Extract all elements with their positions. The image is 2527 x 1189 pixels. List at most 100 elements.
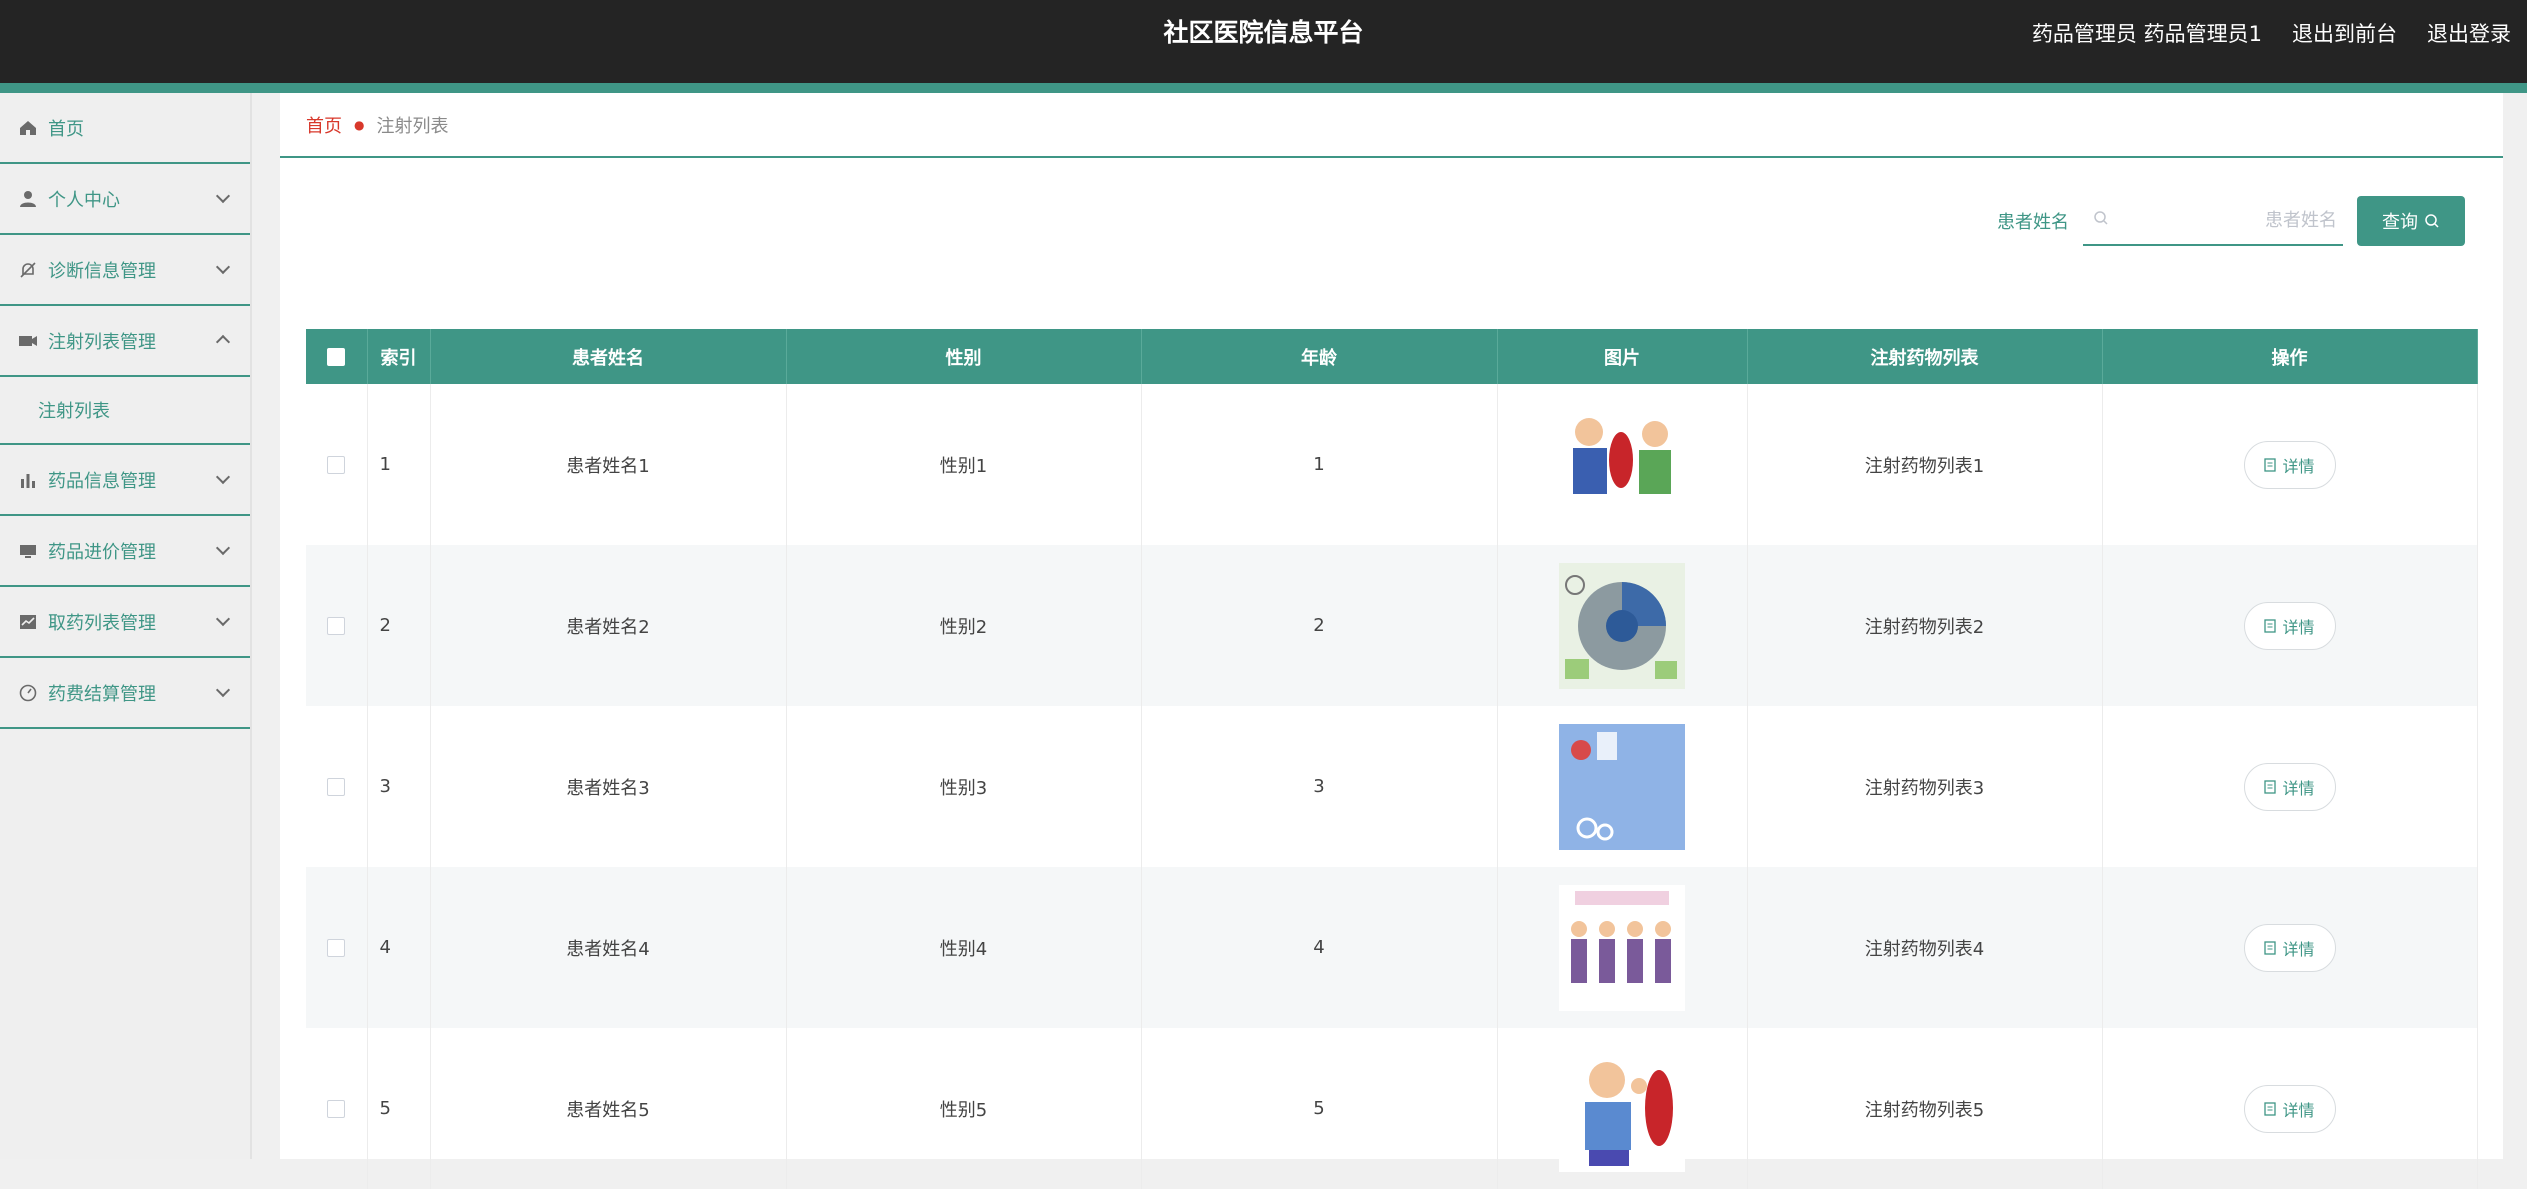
- select-all-checkbox[interactable]: [327, 348, 346, 366]
- document-icon: [2264, 618, 2277, 633]
- patient-image: [1559, 884, 1685, 1011]
- row-index: 4: [367, 867, 431, 1028]
- breadcrumb: 首页 ● 注射列表: [280, 93, 2503, 158]
- breadcrumb-home[interactable]: 首页: [306, 112, 342, 138]
- sidebar-item-drug-info[interactable]: 药品信息管理: [0, 445, 250, 516]
- query-button[interactable]: 查询: [2357, 196, 2465, 246]
- row-index: 1: [367, 384, 431, 545]
- detail-button[interactable]: 详情: [2243, 762, 2336, 811]
- document-icon: [2264, 940, 2277, 955]
- sidebar-item-injection[interactable]: 注射列表管理: [0, 306, 250, 377]
- row-select-cell: [306, 545, 368, 706]
- sidebar-item-label: 诊断信息管理: [48, 260, 156, 282]
- detail-button[interactable]: 详情: [2243, 601, 2336, 650]
- search-icon: [2425, 214, 2439, 228]
- row-age: 3: [1141, 706, 1498, 867]
- ticket-icon: [18, 331, 38, 351]
- row-patient-name: 患者姓名3: [430, 706, 787, 867]
- sidebar-item-pickup[interactable]: 取药列表管理: [0, 587, 250, 658]
- table-row: 1 患者姓名1 性别1 1 注射药物列表1 详情: [306, 384, 2478, 545]
- document-icon: [2264, 779, 2277, 794]
- detail-button[interactable]: 详情: [2243, 440, 2336, 489]
- detail-button-label: 详情: [2282, 619, 2315, 637]
- sidebar-item-settlement[interactable]: 药费结算管理: [0, 658, 250, 729]
- row-drug-list: 注射药物列表5: [1747, 1028, 2103, 1189]
- chevron-down-icon: [215, 188, 231, 204]
- user-name: 药品管理员1: [2143, 22, 2262, 46]
- user-role: 药品管理员: [2031, 22, 2137, 46]
- row-select-cell: [306, 384, 368, 545]
- row-index: 2: [367, 545, 431, 706]
- chevron-down-icon: [215, 259, 231, 275]
- table-row: 5 患者姓名5 性别5 5 注射药物列表5 详情: [306, 1028, 2478, 1189]
- bell-off-icon: [18, 260, 38, 280]
- column-header-age: 年龄: [1141, 329, 1498, 384]
- row-gender: 性别2: [786, 545, 1142, 706]
- row-index: 3: [367, 706, 431, 867]
- column-header-index: 索引: [367, 329, 431, 384]
- row-checkbox[interactable]: [327, 778, 346, 796]
- detail-button[interactable]: 详情: [2243, 923, 2336, 972]
- sidebar-item-label: 首页: [48, 118, 84, 140]
- sidebar-item-label: 注射列表管理: [48, 331, 156, 353]
- row-patient-name: 患者姓名4: [430, 867, 787, 1028]
- row-checkbox[interactable]: [327, 617, 346, 635]
- document-icon: [2264, 457, 2277, 472]
- row-select-cell: [306, 867, 368, 1028]
- main-content: 首页 ● 注射列表 患者姓名 查询 索引 患者姓名 性别 年龄 图: [280, 93, 2503, 1189]
- table-row: 2 患者姓名2 性别2 2 注射药物列表2 详情: [306, 545, 2478, 706]
- column-header-gender: 性别: [786, 329, 1142, 384]
- search-label: 患者姓名: [1997, 212, 2069, 233]
- patient-name-search-input[interactable]: [2103, 208, 2347, 232]
- select-all-cell: [306, 329, 368, 384]
- row-patient-name: 患者姓名1: [430, 384, 787, 545]
- row-patient-name: 患者姓名5: [430, 1028, 787, 1189]
- row-select-cell: [306, 706, 368, 867]
- document-icon: [2264, 1101, 2277, 1116]
- breadcrumb-current: 注射列表: [376, 115, 449, 137]
- row-index: 5: [367, 1028, 431, 1189]
- row-drug-list: 注射药物列表3: [1747, 706, 2103, 867]
- row-image-cell: [1497, 1028, 1748, 1189]
- row-checkbox[interactable]: [327, 456, 346, 474]
- sidebar-item-label: 药费结算管理: [48, 683, 156, 705]
- injection-table: 索引 患者姓名 性别 年龄 图片 注射药物列表 操作 1 患者姓名1 性别1 1…: [306, 329, 2478, 1189]
- exit-to-front-link[interactable]: 退出到前台: [2292, 18, 2397, 48]
- row-image-cell: [1497, 384, 1748, 545]
- row-checkbox[interactable]: [327, 939, 346, 957]
- row-age: 1: [1141, 384, 1498, 545]
- sidebar: 首页 个人中心 诊断信息管理 注射列表管理 注射列表 药品信息管理 药品进价管理: [0, 93, 252, 1159]
- logout-link[interactable]: 退出登录: [2427, 18, 2511, 48]
- home-icon: [18, 118, 38, 138]
- row-actions-cell: 详情: [2102, 706, 2478, 867]
- user-area: 药品管理员 药品管理员1 退出到前台 退出登录: [2032, 0, 2511, 66]
- row-image-cell: [1497, 545, 1748, 706]
- patient-image: [1559, 562, 1685, 689]
- sidebar-item-drug-price[interactable]: 药品进价管理: [0, 516, 250, 587]
- sidebar-subitem-injection-list[interactable]: 注射列表: [0, 377, 250, 445]
- sidebar-item-personal-center[interactable]: 个人中心: [0, 164, 250, 235]
- row-select-cell: [306, 1028, 368, 1189]
- column-header-image: 图片: [1497, 329, 1748, 384]
- breadcrumb-separator-icon: ●: [354, 117, 365, 132]
- sidebar-item-label: 个人中心: [48, 189, 120, 211]
- row-image-cell: [1497, 867, 1748, 1028]
- monitor-icon: [18, 541, 38, 561]
- search-box: [2083, 196, 2347, 246]
- sidebar-item-diagnosis[interactable]: 诊断信息管理: [0, 235, 250, 306]
- sidebar-item-home[interactable]: 首页: [0, 93, 250, 164]
- detail-button-label: 详情: [2282, 780, 2315, 798]
- row-gender: 性别1: [786, 384, 1142, 545]
- chevron-down-icon: [215, 469, 231, 485]
- row-image-cell: [1497, 706, 1748, 867]
- user-icon: [18, 189, 38, 209]
- detail-button-label: 详情: [2282, 458, 2315, 476]
- detail-button[interactable]: 详情: [2243, 1084, 2336, 1133]
- top-bar: 社区医院信息平台 药品管理员 药品管理员1 退出到前台 退出登录: [0, 0, 2527, 93]
- detail-button-label: 详情: [2282, 1102, 2315, 1120]
- row-age: 5: [1141, 1028, 1498, 1189]
- column-header-name: 患者姓名: [430, 329, 787, 384]
- row-checkbox[interactable]: [327, 1100, 346, 1118]
- patient-image: [1559, 1045, 1685, 1172]
- table-row: 3 患者姓名3 性别3 3 注射药物列表3 详情: [306, 706, 2478, 867]
